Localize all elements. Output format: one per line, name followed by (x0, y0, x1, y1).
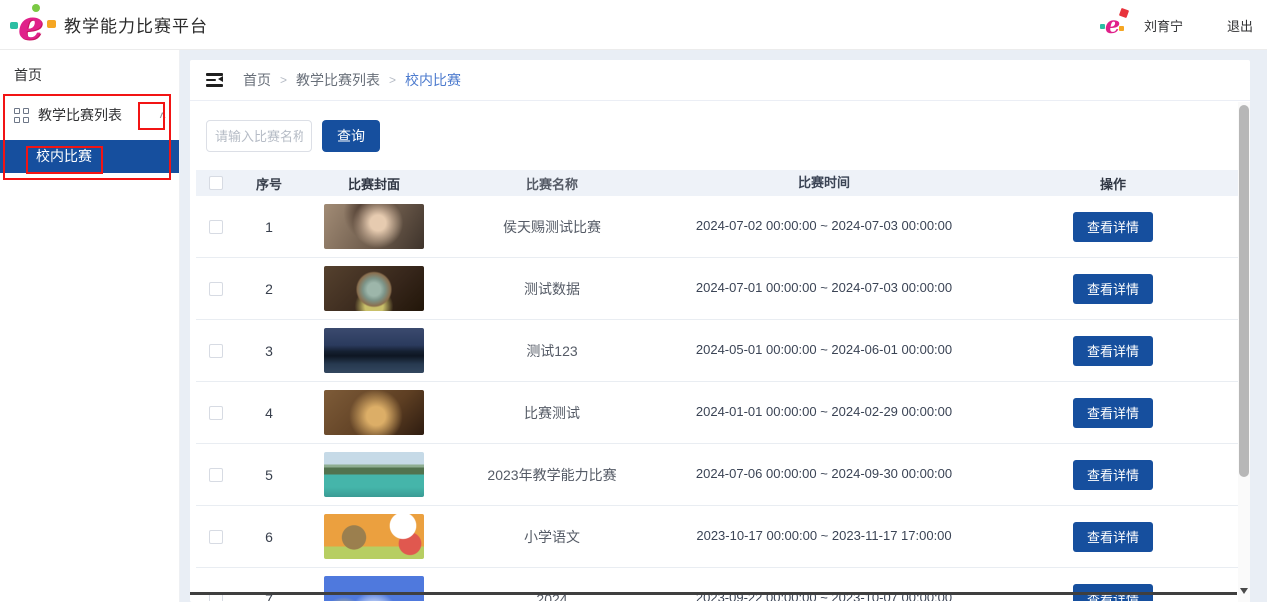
competition-name: 侯天赐测试比赛 (446, 217, 658, 237)
breadcrumb-bar: 首页 > 教学比赛列表 > 校内比赛 (190, 60, 1250, 101)
row-index: 1 (236, 219, 302, 235)
view-detail-button[interactable]: 查看详情 (1073, 274, 1153, 304)
logout-button[interactable]: 退出 (1227, 16, 1253, 35)
competition-time: 2024-07-06 00:00:00 ~ 2024-09-30 00:00:0… (658, 464, 990, 484)
vertical-scrollbar-thumb[interactable] (1239, 105, 1249, 477)
avatar-dot-orange (1119, 26, 1124, 31)
row-index: 6 (236, 529, 302, 545)
select-all-checkbox[interactable] (209, 176, 223, 190)
header-cover: 比赛封面 (302, 174, 446, 193)
logo-dot-teal (10, 22, 18, 29)
row-index: 3 (236, 343, 302, 359)
table-row: 2 测试数据 2024-07-01 00:00:00 ~ 2024-07-03 … (196, 258, 1244, 320)
row-index: 2 (236, 281, 302, 297)
breadcrumb-current[interactable]: 校内比赛 (405, 70, 461, 90)
sidebar-item-home[interactable]: 首页 (0, 58, 179, 92)
brand: e 教学能力比赛平台 (0, 4, 208, 46)
content-area: 查询 序号 比赛封面 比赛名称 比赛时间 操作 1 侯天赐测试比赛 2024-0… (190, 101, 1250, 601)
competition-name: 小学语文 (446, 527, 658, 547)
competition-name: 测试数据 (446, 279, 658, 299)
cover-image (324, 266, 424, 311)
competition-time: 2023-10-17 00:00:00 ~ 2023-11-17 17:00:0… (658, 526, 990, 546)
competition-time: 2024-01-01 00:00:00 ~ 2024-02-29 00:00:0… (658, 402, 990, 422)
row-checkbox[interactable] (209, 530, 223, 544)
cover-image (324, 204, 424, 249)
cover-image (324, 328, 424, 373)
table-row: 4 比赛测试 2024-01-01 00:00:00 ~ 2024-02-29 … (196, 382, 1244, 444)
row-index: 4 (236, 405, 302, 421)
competition-time: 2024-05-01 00:00:00 ~ 2024-06-01 00:00:0… (658, 340, 990, 360)
table-row: 1 侯天赐测试比赛 2024-07-02 00:00:00 ~ 2024-07-… (196, 196, 1244, 258)
table-row: 5 2023年教学能力比赛 2024-07-06 00:00:00 ~ 2024… (196, 444, 1244, 506)
sidebar-item-competition-list[interactable]: 教学比赛列表 ∧ (0, 95, 179, 135)
user-avatar[interactable]: e (1100, 12, 1126, 38)
chevron-up-icon[interactable]: ∧ (158, 109, 167, 120)
cover-image (324, 452, 424, 497)
sidebar-menu-label: 教学比赛列表 (38, 105, 158, 125)
logo-dot-orange (47, 20, 56, 28)
breadcrumb: 首页 > 教学比赛列表 > 校内比赛 (243, 70, 461, 90)
cover-image (324, 390, 424, 435)
competition-name: 测试123 (446, 341, 658, 361)
row-checkbox[interactable] (209, 468, 223, 482)
table-row: 6 小学语文 2023-10-17 00:00:00 ~ 2023-11-17 … (196, 506, 1244, 568)
app-logo-icon: e (10, 4, 56, 46)
row-checkbox[interactable] (209, 282, 223, 296)
row-checkbox[interactable] (209, 220, 223, 234)
view-detail-button[interactable]: 查看详情 (1073, 522, 1153, 552)
breadcrumb-separator: > (389, 73, 396, 87)
row-index: 5 (236, 467, 302, 483)
table-header-row: 序号 比赛封面 比赛名称 比赛时间 操作 (196, 170, 1244, 196)
competition-time: 2024-07-02 00:00:00 ~ 2024-07-03 00:00:0… (658, 216, 990, 236)
sidebar: 首页 教学比赛列表 ∧ 校内比赛 (0, 50, 180, 602)
scroll-down-arrow-icon[interactable] (1240, 588, 1248, 598)
app-title: 教学能力比赛平台 (64, 12, 208, 37)
horizontal-scrollbar[interactable] (190, 592, 1237, 595)
logo-dot-green (32, 4, 40, 12)
breadcrumb-separator: > (280, 73, 287, 87)
header-time: 比赛时间 (658, 173, 990, 193)
table-row: 7 2024 2023-09-22 00:00:00 ~ 2023-10-07 … (196, 568, 1244, 601)
competition-time: 2024-07-01 00:00:00 ~ 2024-07-03 00:00:0… (658, 278, 990, 298)
search-input[interactable] (206, 120, 312, 152)
breadcrumb-home[interactable]: 首页 (243, 70, 271, 90)
vertical-scrollbar-track[interactable] (1238, 102, 1250, 602)
view-detail-button[interactable]: 查看详情 (1073, 398, 1153, 428)
competition-name: 2023年教学能力比赛 (446, 465, 658, 485)
sidebar-item-school-competition[interactable]: 校内比赛 (0, 140, 179, 173)
header-index: 序号 (236, 174, 302, 193)
header-action: 操作 (990, 174, 1236, 193)
view-detail-button[interactable]: 查看详情 (1073, 460, 1153, 490)
top-header: e 教学能力比赛平台 e 刘育宁 退出 (0, 0, 1267, 50)
view-detail-button[interactable]: 查看详情 (1073, 212, 1153, 242)
toolbar: 查询 (190, 101, 1250, 152)
row-checkbox[interactable] (209, 406, 223, 420)
header-name: 比赛名称 (446, 174, 658, 193)
view-detail-button[interactable]: 查看详情 (1073, 336, 1153, 366)
row-checkbox[interactable] (209, 344, 223, 358)
menu-fold-icon[interactable] (206, 73, 223, 87)
competition-name: 比赛测试 (446, 403, 658, 423)
competition-table: 序号 比赛封面 比赛名称 比赛时间 操作 1 侯天赐测试比赛 2024-07-0… (196, 170, 1244, 601)
avatar-badge (1119, 8, 1129, 18)
search-button[interactable]: 查询 (322, 120, 380, 152)
table-row: 3 测试123 2024-05-01 00:00:00 ~ 2024-06-01… (196, 320, 1244, 382)
main-panel: 首页 > 教学比赛列表 > 校内比赛 查询 序号 比赛封面 比赛名称 比赛时间 … (190, 60, 1250, 602)
breadcrumb-competition-list[interactable]: 教学比赛列表 (296, 70, 380, 90)
grid-icon (14, 108, 29, 123)
cover-image (324, 576, 424, 601)
cover-image (324, 514, 424, 559)
avatar-dot-teal (1100, 24, 1105, 29)
user-name[interactable]: 刘育宁 (1144, 16, 1183, 35)
